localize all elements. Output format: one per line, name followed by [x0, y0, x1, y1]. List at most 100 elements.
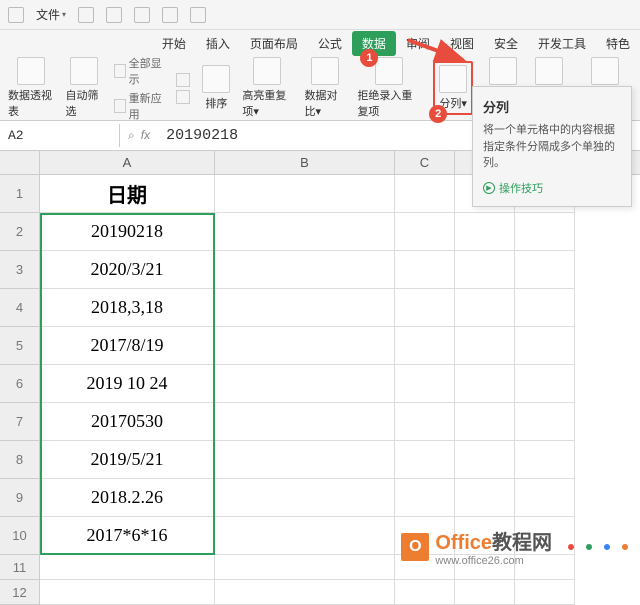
row-header[interactable]: 2	[0, 213, 40, 251]
row-header[interactable]: 3	[0, 251, 40, 289]
tool-reject-dup[interactable]: 拒绝录入重复项 1	[357, 57, 421, 119]
cell[interactable]: 2020/3/21	[40, 251, 215, 289]
row-header[interactable]: 10	[0, 517, 40, 555]
cell[interactable]	[455, 327, 515, 365]
row-header[interactable]: 6	[0, 365, 40, 403]
cell[interactable]: 2019/5/21	[40, 441, 215, 479]
row-header[interactable]: 5	[0, 327, 40, 365]
cell[interactable]	[395, 479, 455, 517]
cell[interactable]	[455, 213, 515, 251]
undo-icon[interactable]	[162, 7, 178, 23]
cell[interactable]: 2017/8/19	[40, 327, 215, 365]
tool-sort[interactable]: 排序	[202, 65, 230, 111]
cell[interactable]	[455, 365, 515, 403]
cell[interactable]	[515, 403, 575, 441]
col-header-b[interactable]: B	[215, 151, 395, 174]
cell-a1[interactable]: 日期	[40, 175, 215, 213]
tool-data-compare[interactable]: 数据对比▾	[304, 57, 345, 119]
cell[interactable]	[395, 289, 455, 327]
cell[interactable]	[215, 289, 395, 327]
cell[interactable]	[455, 441, 515, 479]
cell[interactable]	[395, 327, 455, 365]
tool-split-column[interactable]: 分列▾	[439, 65, 467, 111]
col-header-a[interactable]: A	[40, 151, 215, 174]
cell[interactable]	[515, 441, 575, 479]
tab-home[interactable]: 开始	[152, 31, 196, 56]
file-menu[interactable]: 文件▾	[36, 6, 66, 23]
row-header[interactable]: 11	[0, 555, 40, 580]
cell[interactable]	[395, 365, 455, 403]
cell[interactable]	[215, 479, 395, 517]
reject-icon	[375, 57, 403, 85]
cell[interactable]	[215, 251, 395, 289]
cell[interactable]	[455, 251, 515, 289]
cell[interactable]: 20190218	[40, 213, 215, 251]
preview-icon[interactable]	[134, 7, 150, 23]
reapply-option[interactable]: 重新应用	[114, 90, 164, 122]
cell[interactable]	[395, 580, 455, 605]
row-header[interactable]: 1	[0, 175, 40, 213]
row-header[interactable]: 4	[0, 289, 40, 327]
cell[interactable]	[395, 441, 455, 479]
tool-autofilter[interactable]: 自动筛选	[66, 57, 102, 119]
tool-highlight-dup[interactable]: 高亮重复项▾	[242, 57, 292, 119]
cell[interactable]	[395, 251, 455, 289]
cell[interactable]: 2018.2.26	[40, 479, 215, 517]
cell[interactable]	[515, 365, 575, 403]
tab-review[interactable]: 审阅	[396, 31, 440, 56]
select-all-corner[interactable]	[0, 151, 40, 174]
save-icon[interactable]	[78, 7, 94, 23]
cell[interactable]	[515, 251, 575, 289]
tab-formula[interactable]: 公式	[308, 31, 352, 56]
menu-icon[interactable]	[8, 7, 24, 23]
tab-special[interactable]: 特色	[596, 31, 640, 56]
row-header[interactable]: 9	[0, 479, 40, 517]
cell[interactable]	[215, 213, 395, 251]
tool-pivot[interactable]: 数据透视表	[8, 57, 54, 119]
cell[interactable]	[455, 580, 515, 605]
cell[interactable]	[215, 365, 395, 403]
col-header-c[interactable]: C	[395, 151, 455, 174]
row-header[interactable]: 12	[0, 580, 40, 605]
cell[interactable]	[395, 175, 455, 213]
tab-layout[interactable]: 页面布局	[240, 31, 308, 56]
row-header[interactable]: 8	[0, 441, 40, 479]
cell[interactable]	[215, 555, 395, 580]
cell[interactable]: 2018,3,18	[40, 289, 215, 327]
print-icon[interactable]	[106, 7, 122, 23]
tab-security[interactable]: 安全	[484, 31, 528, 56]
cell[interactable]	[215, 403, 395, 441]
sort-asc[interactable]	[176, 73, 190, 87]
cell[interactable]: 2019 10 24	[40, 365, 215, 403]
cell[interactable]	[40, 580, 215, 605]
redo-icon[interactable]	[190, 7, 206, 23]
fx-search-icon[interactable]: ⌕	[128, 128, 135, 143]
cell[interactable]	[40, 555, 215, 580]
tab-view[interactable]: 视图	[440, 31, 484, 56]
cell[interactable]	[215, 580, 395, 605]
cell[interactable]	[515, 580, 575, 605]
cell[interactable]	[515, 289, 575, 327]
cell[interactable]	[215, 327, 395, 365]
show-all-option[interactable]: 全部显示	[114, 55, 164, 87]
cell[interactable]	[215, 441, 395, 479]
cell[interactable]: 2017*6*16	[40, 517, 215, 555]
name-box[interactable]: A2	[0, 124, 120, 147]
tooltip-link[interactable]: ▶ 操作技巧	[483, 180, 621, 196]
cell[interactable]	[515, 213, 575, 251]
cell[interactable]	[515, 327, 575, 365]
row-header[interactable]: 7	[0, 403, 40, 441]
cell[interactable]: 20170530	[40, 403, 215, 441]
cell[interactable]	[215, 175, 395, 213]
cell[interactable]	[215, 517, 395, 555]
cell[interactable]	[515, 479, 575, 517]
cell[interactable]	[395, 403, 455, 441]
cell[interactable]	[395, 213, 455, 251]
fx-label[interactable]: fx	[141, 128, 150, 143]
tab-developer[interactable]: 开发工具	[528, 31, 596, 56]
cell[interactable]	[455, 479, 515, 517]
sort-desc[interactable]	[176, 90, 190, 104]
tab-insert[interactable]: 插入	[196, 31, 240, 56]
cell[interactable]	[455, 403, 515, 441]
cell[interactable]	[455, 289, 515, 327]
